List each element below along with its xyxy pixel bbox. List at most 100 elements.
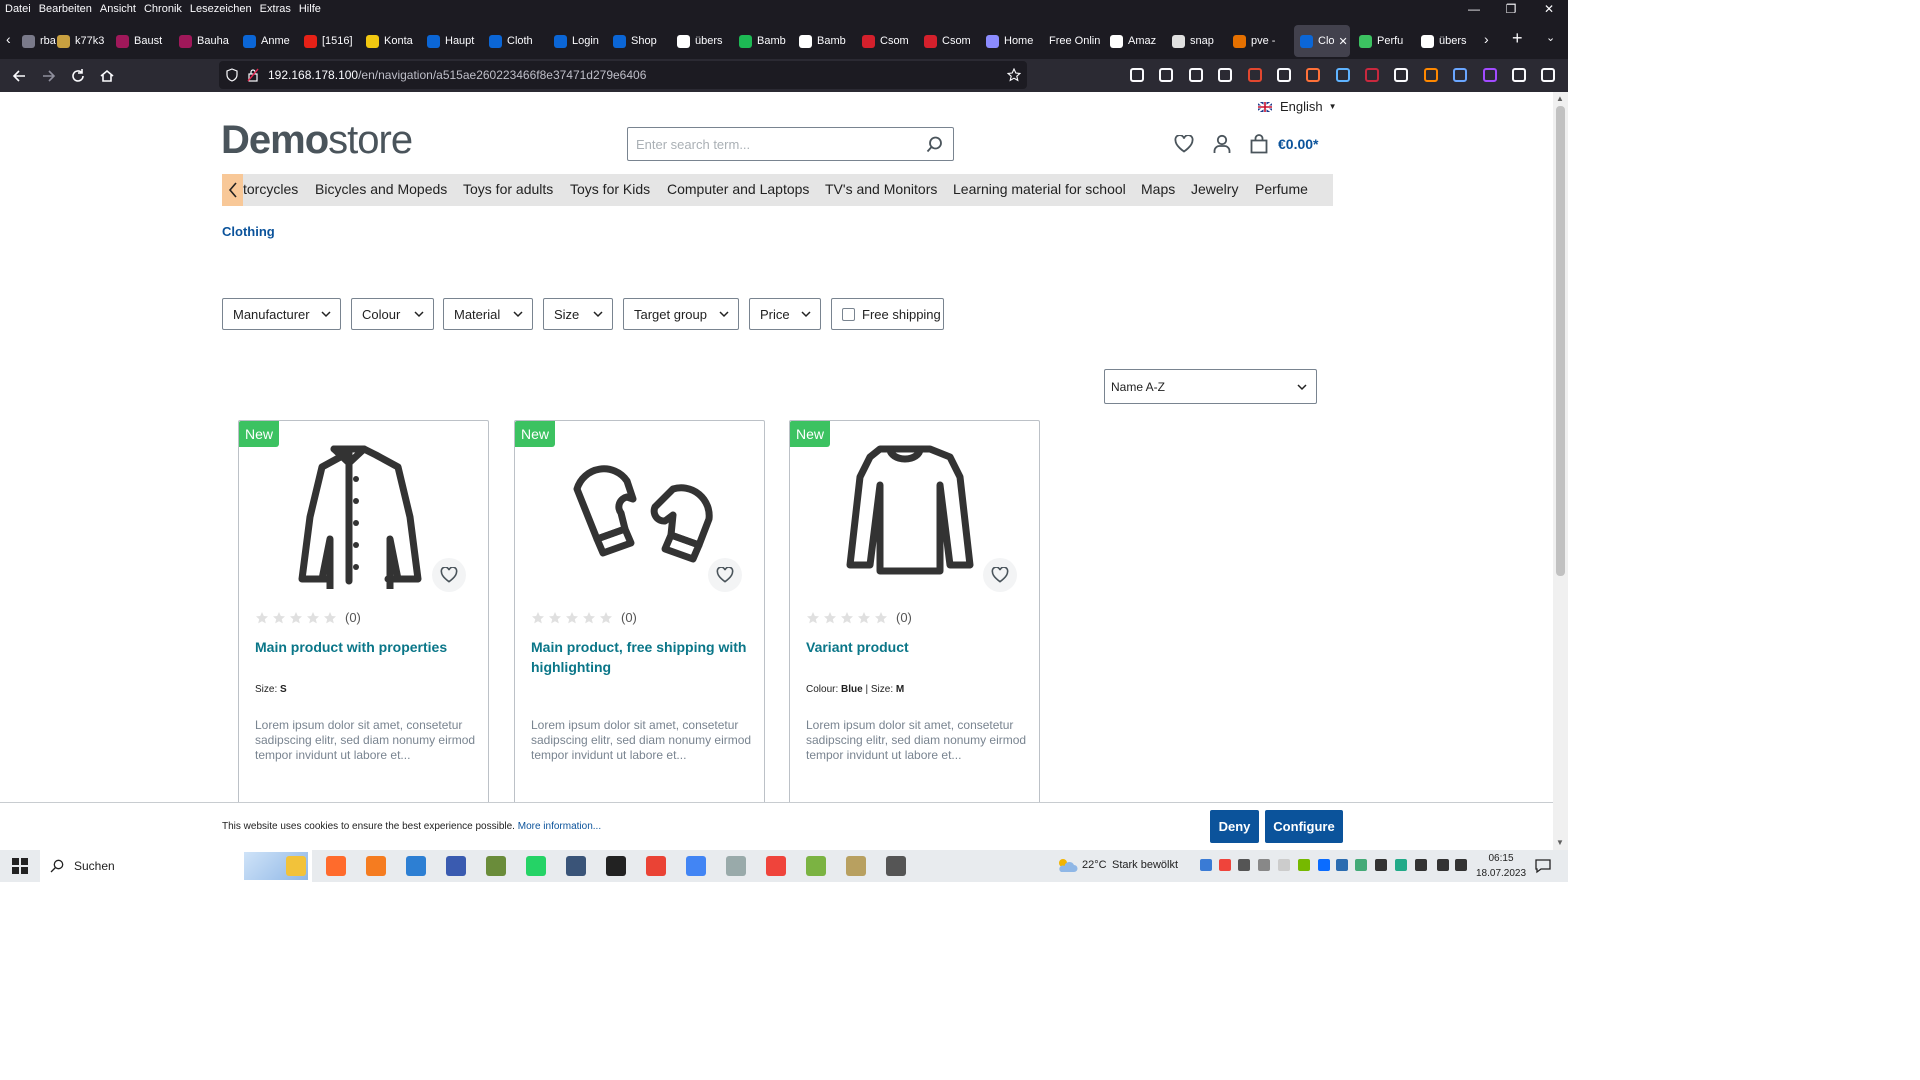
app-blue-icon[interactable] [406,856,426,876]
scroll-down-icon[interactable]: ▼ [1556,838,1564,847]
lock-icon[interactable] [247,68,259,82]
product-title[interactable]: Main product, free shipping with highlig… [531,637,751,677]
extension-puzzle-icon[interactable] [1277,68,1291,82]
browser-tab[interactable]: Baust [116,25,172,57]
menu-item[interactable]: Chronik [144,3,182,15]
category-scroll-left-button[interactable] [222,174,243,206]
close-tab-icon[interactable]: ✕ [1339,35,1348,48]
browser-tab[interactable]: [1516] [304,25,360,57]
tab-scroll-left-icon[interactable]: ‹ [6,31,11,47]
extension-red-icon[interactable] [1248,68,1262,82]
tray-vpn-icon[interactable] [1238,859,1250,871]
cart-bag-icon[interactable] [1249,134,1269,154]
tray-app2-icon[interactable] [1278,859,1290,871]
mittens-icon[interactable] [565,439,715,589]
extension-blue-icon[interactable] [1336,68,1350,82]
maximize-icon[interactable]: ❐ [1504,2,1518,16]
taskbar-search[interactable]: Suchen [40,850,312,882]
browser-tab[interactable]: Shop [613,25,669,57]
browser-tab[interactable]: Bauha [179,25,235,57]
tray-app4-icon[interactable] [1355,859,1367,871]
add-to-wishlist-button[interactable] [983,558,1017,592]
tab-scroll-right-icon[interactable]: › [1484,31,1489,47]
cart-total[interactable]: €0.00* [1278,136,1318,152]
product-title[interactable]: Variant product [806,637,1026,657]
browser-tab[interactable]: übers [677,25,733,57]
minimize-icon[interactable]: — [1467,2,1481,16]
tools-icon[interactable] [486,856,506,876]
weather-description[interactable]: Stark bewölkt [1112,859,1178,871]
tray-bluetooth-icon[interactable] [1318,859,1330,871]
deny-button[interactable]: Deny [1210,810,1259,843]
extension-orange-icon[interactable] [1306,68,1320,82]
browser-tab[interactable]: Bamb [799,25,855,57]
browser-tab[interactable]: Amaz [1110,25,1166,57]
menu-item[interactable]: Ansicht [100,3,136,15]
category-link[interactable]: Jewelry [1191,181,1238,197]
tray-nvidia-icon[interactable] [1298,859,1310,871]
filter-dropdown[interactable]: Size [543,298,613,330]
scroll-up-icon[interactable]: ▲ [1556,94,1564,103]
filter-dropdown[interactable]: Target group [623,298,739,330]
image-viewer-icon[interactable] [726,856,746,876]
extensions-icon[interactable] [1512,68,1526,82]
tray-app5-icon[interactable] [1375,859,1387,871]
category-link[interactable]: Learning material for school [953,181,1126,197]
breadcrumb-current[interactable]: Clothing [222,224,275,239]
firefox-icon[interactable] [326,856,346,876]
sort-select[interactable]: Name A-Z [1104,369,1317,404]
clock-time[interactable]: 06:15 [1485,853,1517,864]
browser-tab[interactable]: pve - [1233,25,1289,57]
browser-tab[interactable]: übers [1421,25,1477,57]
category-link[interactable]: Computer and Laptops [667,181,809,197]
menu-item[interactable]: Hilfe [299,3,321,15]
close-window-icon[interactable]: ✕ [1542,2,1556,16]
download-icon[interactable] [1159,68,1173,82]
menu-icon[interactable] [1541,68,1555,82]
forward-icon[interactable] [40,67,58,85]
product-card[interactable]: New (0) Main product, free shipping with h… [514,420,765,820]
category-link[interactable]: Maps [1141,181,1175,197]
category-link[interactable]: Toys for Kids [570,181,650,197]
notepad-icon[interactable] [806,856,826,876]
browser-tab[interactable]: Bamb [739,25,795,57]
search-icon[interactable] [926,136,943,153]
add-to-wishlist-button[interactable] [708,558,742,592]
product-card[interactable]: New (0) Main product with properties Size: … [238,420,489,820]
store-logo[interactable]: Demostore [221,118,413,163]
configure-button[interactable]: Configure [1265,810,1343,843]
scrollbar-thumb[interactable] [1556,106,1565,576]
menu-item[interactable]: Extras [260,3,291,15]
category-link[interactable]: Bicycles and Mopeds [315,181,447,197]
home-icon[interactable] [98,67,116,85]
shield-icon[interactable] [225,68,239,82]
tray-doc-icon[interactable] [1258,859,1270,871]
tab-list-icon[interactable]: ⌄ [1546,31,1555,44]
category-link[interactable]: Perfume [1255,181,1308,197]
free-shipping-filter[interactable]: Free shipping [831,298,944,330]
reload-icon[interactable] [69,67,87,85]
windows-start-icon[interactable] [12,858,28,874]
pen-tool-icon[interactable] [846,856,866,876]
browser-tab[interactable]: Login [554,25,610,57]
pocket-icon[interactable] [1130,68,1144,82]
terminal-icon[interactable] [606,856,626,876]
notification-icon[interactable] [1535,858,1551,874]
pen-icon[interactable] [1394,68,1408,82]
tray-anydesk-icon[interactable] [1219,859,1231,871]
browser-tab[interactable]: Home [986,25,1042,57]
tray-app3-icon[interactable] [1336,859,1348,871]
blender-icon[interactable] [366,856,386,876]
extension-purple-icon[interactable] [1483,68,1497,82]
menu-item[interactable]: Lesezeichen [190,3,252,15]
browser-tab[interactable]: Clo ✕ [1294,25,1350,57]
tray-volume-icon[interactable] [1455,859,1467,871]
back-icon[interactable] [10,67,28,85]
menu-item[interactable]: Datei [5,3,31,15]
menu-item[interactable]: Bearbeiten [39,3,92,15]
tray-security-icon[interactable] [1395,859,1407,871]
language-switcher[interactable]: English ▼ [1258,99,1337,114]
new-tab-icon[interactable]: + [1512,28,1523,49]
reader-sidebar-icon[interactable] [1218,68,1232,82]
browser-tab[interactable]: Cloth [489,25,545,57]
